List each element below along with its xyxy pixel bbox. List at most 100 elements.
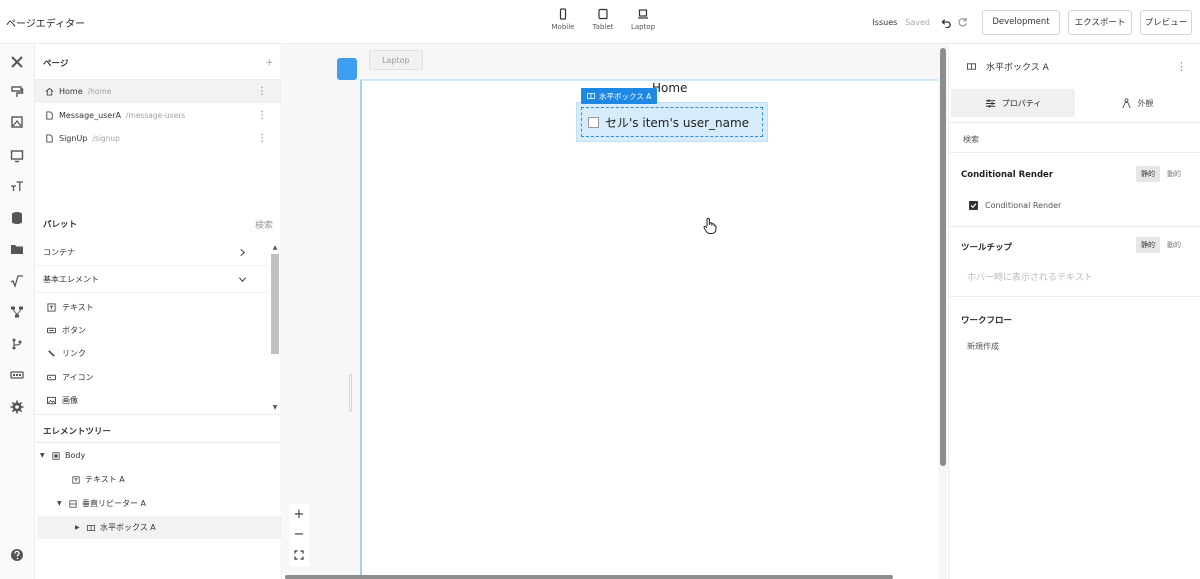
dynamic-option[interactable]: 動的 [1162, 237, 1186, 253]
screen-button[interactable] [9, 148, 25, 164]
dynamic-option[interactable]: 動的 [1162, 166, 1186, 182]
paint-roller-icon [11, 86, 24, 97]
palette-element-button[interactable]: ボタン [35, 319, 269, 342]
workflow-button[interactable] [9, 304, 25, 320]
button-icon [47, 327, 56, 334]
conditional-render-checkbox[interactable] [969, 201, 978, 210]
page-name: SignUp [59, 134, 88, 143]
api-button[interactable] [9, 367, 25, 383]
scroll-down-icon[interactable]: ▼ [270, 404, 280, 412]
selected-horizontal-box[interactable]: セル's item's user_name [576, 102, 768, 142]
page-item-home[interactable]: Home /home ⋮ [35, 80, 281, 103]
element-label: アイコン [62, 373, 94, 382]
help-button[interactable] [9, 547, 25, 563]
caret-down-icon[interactable]: ▼ [40, 452, 52, 459]
canvas-horizontal-scrollbar[interactable] [285, 575, 893, 579]
palette-element-link[interactable]: リンク [35, 342, 269, 365]
development-button[interactable]: Development [982, 9, 1060, 35]
properties-search[interactable]: 検索 [963, 134, 979, 145]
page-item-message-usera[interactable]: Message_userA /message-users ⋮ [35, 104, 281, 127]
tool-rail [0, 44, 35, 579]
canvas-vertical-scrollbar[interactable] [940, 48, 946, 466]
fit-screen-button[interactable] [289, 545, 309, 565]
tooltip-text-input[interactable]: ホバー時に表示されるテキスト [967, 270, 1093, 283]
selection-badge[interactable]: 水平ボックス A [581, 88, 658, 104]
palette-element-image[interactable]: 画像 [35, 389, 269, 412]
canvas-area[interactable]: Laptop Home セル's item's user_name 水平ボックス… [283, 44, 947, 579]
redo-button[interactable] [954, 14, 970, 30]
database-button[interactable] [9, 210, 25, 226]
palette-element-icon[interactable]: アイコン [35, 366, 269, 389]
device-laptop[interactable]: Laptop [628, 8, 658, 31]
page-menu-icon[interactable]: ⋮ [257, 133, 267, 144]
palette-scrollbar[interactable]: ▲ ▼ [269, 244, 281, 414]
frame-handle[interactable] [337, 58, 357, 80]
device-switcher: Mobile Tablet Laptop [548, 8, 658, 31]
zoom-in-button[interactable]: + [289, 504, 309, 524]
device-frame-tab: Laptop [369, 50, 423, 70]
tools-button[interactable] [9, 54, 25, 70]
typography-button[interactable] [9, 178, 25, 194]
element-label: テキスト [62, 303, 94, 312]
tree-label: 垂直リピーター A [82, 499, 147, 508]
page-heading[interactable]: Home [652, 81, 687, 95]
assets-button[interactable] [9, 114, 25, 130]
tree-item-text-a[interactable]: テキスト A [72, 468, 125, 491]
page-menu-icon[interactable]: ⋮ [257, 110, 267, 121]
tree-item-vertical-repeater-a[interactable]: ▼ 垂直リピーター A [57, 492, 146, 515]
divider [949, 152, 1200, 153]
tab-properties[interactable]: プロパティ [951, 89, 1075, 117]
branch-button[interactable] [9, 336, 25, 352]
tree-item-body[interactable]: ▼ Body [40, 444, 85, 467]
hand-cursor-icon [703, 217, 717, 234]
mobile-icon [559, 8, 567, 20]
person-icon [1121, 97, 1131, 108]
static-option[interactable]: 静的 [1136, 237, 1160, 253]
body-icon [52, 451, 60, 460]
export-button[interactable]: エクスポート [1068, 9, 1132, 35]
square-root-icon [10, 275, 23, 288]
preview-button[interactable]: プレビュー [1140, 9, 1192, 35]
divider [35, 442, 281, 443]
tree-label: テキスト A [85, 475, 125, 484]
resize-splitter[interactable] [349, 374, 352, 412]
settings-button[interactable] [9, 399, 25, 415]
palette-category-basic[interactable]: 基本エレメント [35, 266, 269, 293]
device-tablet[interactable]: Tablet [588, 8, 618, 31]
add-page-button[interactable]: + [265, 58, 273, 68]
tree-item-horizontal-box-a[interactable]: ▶ 水平ボックス A [37, 516, 281, 539]
gear-icon [10, 400, 24, 414]
page-item-signup[interactable]: SignUp /signup ⋮ [35, 127, 281, 150]
scroll-thumb[interactable] [271, 254, 279, 354]
palette-element-text[interactable]: テキスト [35, 296, 269, 319]
text-size-icon [11, 181, 23, 191]
zoom-out-button[interactable]: − [289, 524, 309, 544]
page-frame[interactable] [360, 79, 938, 579]
caret-right-icon[interactable]: ▶ [75, 524, 87, 531]
tab-appearance[interactable]: 外観 [1075, 89, 1199, 117]
issues-link[interactable]: Issues [872, 18, 897, 27]
monitor-icon [10, 150, 24, 163]
api-icon [10, 371, 24, 379]
palette-header: パレット 検索 [35, 207, 281, 241]
new-workflow-button[interactable]: 新規作成 [967, 341, 999, 352]
page-menu-icon[interactable]: ⋮ [257, 86, 267, 97]
scroll-up-icon[interactable]: ▲ [270, 244, 280, 252]
static-option[interactable]: 静的 [1136, 166, 1160, 182]
element-name[interactable]: 水平ボックス A [986, 60, 1049, 73]
device-mobile[interactable]: Mobile [548, 8, 578, 31]
page-path: /home [87, 87, 112, 96]
element-label: ボタン [62, 326, 86, 335]
checkmark-icon [970, 203, 977, 209]
style-button[interactable] [9, 84, 25, 100]
folder-button[interactable] [9, 241, 25, 257]
caret-down-icon[interactable]: ▼ [57, 500, 69, 507]
conditional-render-mode-toggle: 静的 動的 [1136, 166, 1186, 182]
palette-search-button[interactable]: 検索 [255, 218, 273, 231]
formula-button[interactable] [9, 273, 25, 289]
undo-button[interactable] [938, 14, 954, 30]
selected-element-content[interactable]: セル's item's user_name [581, 107, 763, 137]
palette-category-container[interactable]: コンテナ [35, 239, 269, 266]
text-box-icon [47, 303, 56, 312]
element-menu-icon[interactable]: ⋮ [1176, 60, 1187, 73]
